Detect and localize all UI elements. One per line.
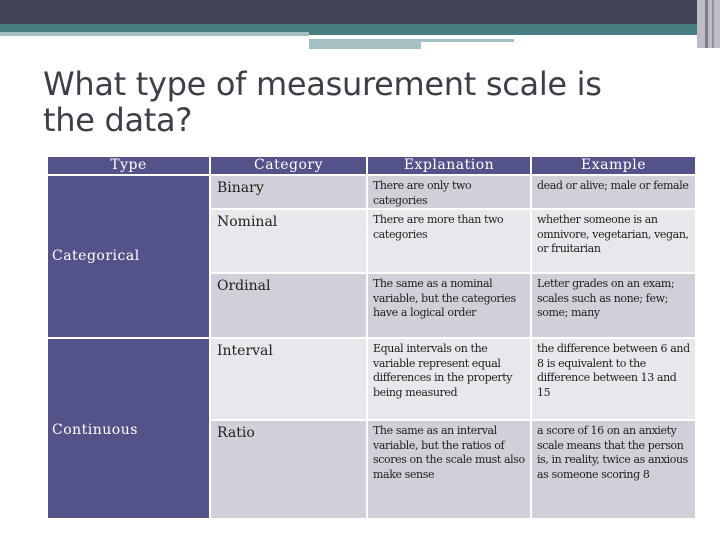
- type-continuous: Continuous: [48, 339, 209, 518]
- type-categorical: Categorical: [48, 176, 209, 337]
- example-ordinal: Letter grades on an exam; scales such as…: [532, 274, 695, 337]
- header-band-light: [0, 32, 309, 36]
- example-nominal: whether someone is an omnivore, vegetari…: [532, 210, 695, 272]
- category-binary: Binary: [211, 176, 366, 208]
- header-band-dark: [0, 0, 720, 24]
- category-ratio: Ratio: [211, 421, 366, 518]
- header-example: Example: [532, 157, 695, 174]
- explanation-ordinal: The same as a nominal variable, but the …: [368, 274, 530, 337]
- header-explanation: Explanation: [368, 157, 530, 174]
- example-interval: the difference between 6 and 8 is equiva…: [532, 339, 695, 419]
- type-categorical-label: Categorical: [52, 248, 140, 264]
- header-type: Type: [48, 157, 209, 174]
- header-category: Category: [211, 157, 366, 174]
- header-band-right: [697, 0, 720, 48]
- explanation-interval: Equal intervals on the variable represen…: [368, 339, 530, 419]
- slide-title: What type of measurement scale is the da…: [43, 65, 602, 139]
- example-binary: dead or alive; male or female: [532, 176, 695, 208]
- category-ordinal: Ordinal: [211, 274, 366, 337]
- header-band-right-stripe: [705, 0, 708, 48]
- category-nominal: Nominal: [211, 210, 366, 272]
- header-band-right-stripe: [712, 0, 714, 48]
- example-ratio: a score of 16 on an anxiety scale means …: [532, 421, 695, 518]
- header-band-line: [309, 42, 421, 49]
- explanation-ratio: The same as an interval variable, but th…: [368, 421, 530, 518]
- category-interval: Interval: [211, 339, 366, 419]
- type-continuous-label: Continuous: [52, 422, 138, 438]
- explanation-binary: There are only two categories: [368, 176, 530, 208]
- explanation-nominal: There are more than two categories: [368, 210, 530, 272]
